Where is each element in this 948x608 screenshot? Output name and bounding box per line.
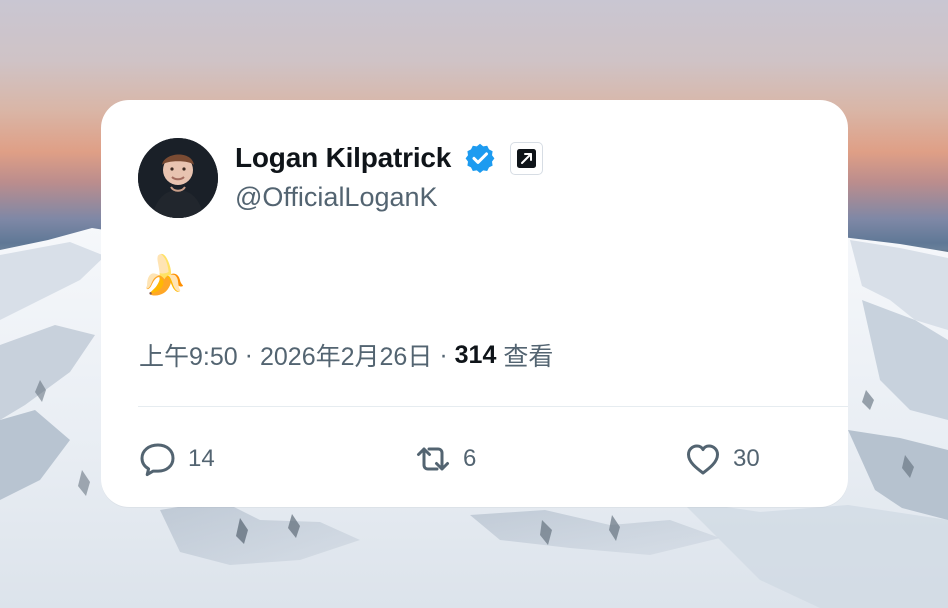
heart-icon	[687, 444, 719, 475]
tweet-card[interactable]: Logan Kilpatrick @OfficialLoganK 🍌 上午9:5…	[101, 100, 848, 507]
meta-separator: ·	[439, 340, 448, 369]
reply-count: 14	[188, 445, 215, 472]
retweet-count: 6	[463, 445, 477, 472]
tweet-date[interactable]: 2026年2月26日	[260, 337, 432, 373]
views-label: 查看	[503, 343, 554, 371]
tweet-action-bar: 14 6 30	[138, 433, 848, 485]
divider	[138, 406, 848, 407]
retweet-button[interactable]: 6	[413, 433, 476, 485]
tweet-text: 🍌	[140, 255, 188, 297]
author-name-row: Logan Kilpatrick	[235, 141, 544, 175]
verified-badge-icon	[463, 141, 497, 175]
meta-separator: ·	[244, 340, 253, 369]
tweet-meta: 上午9:50 · 2026年2月26日 · 314 查看	[139, 337, 553, 373]
reply-button[interactable]: 14	[138, 433, 215, 485]
reply-icon	[140, 443, 175, 477]
like-button[interactable]: 30	[683, 433, 760, 485]
author-display-name[interactable]: Logan Kilpatrick	[235, 142, 451, 174]
profile-photo-icon	[138, 138, 218, 218]
like-count: 30	[733, 445, 760, 472]
tweet-time[interactable]: 上午9:50	[139, 337, 238, 373]
views-count: 314	[454, 340, 497, 369]
avatar[interactable]	[138, 138, 218, 218]
retweet-icon	[417, 447, 449, 471]
external-link-square-icon[interactable]	[510, 141, 544, 175]
author-handle[interactable]: @OfficialLoganK	[235, 182, 438, 213]
